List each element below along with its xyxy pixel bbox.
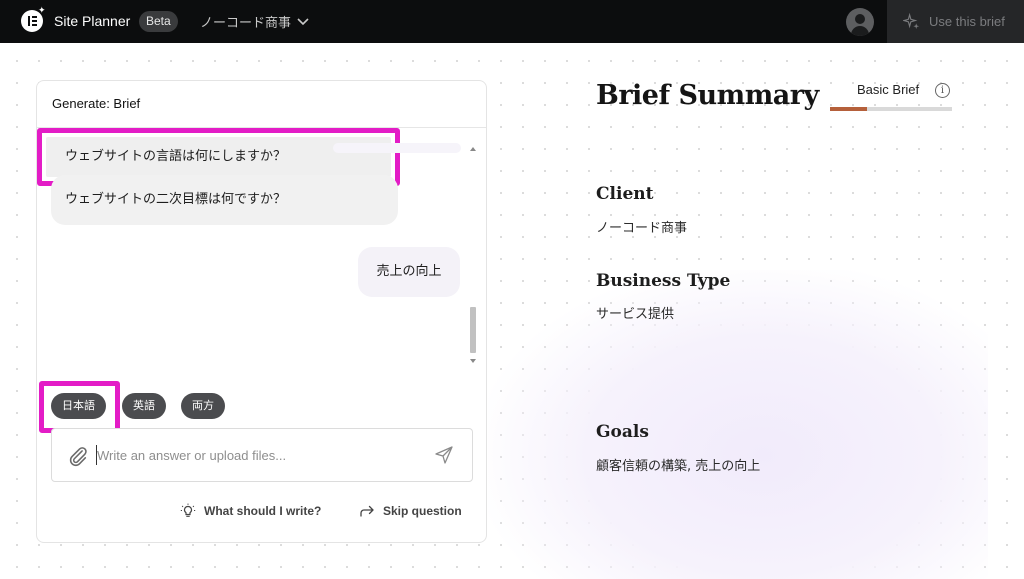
goals-value: 顧客信頼の構築, 売上の向上 [596,459,761,474]
app-title: Site Planner [54,13,131,29]
scroll-down-arrow-icon[interactable] [470,359,476,363]
lightbulb-icon [180,503,196,517]
brief-type-label: Basic Brief [857,82,920,97]
use-this-brief-button[interactable]: Use this brief [887,0,1024,43]
hint-label: What should I write? [204,504,322,518]
answer-input[interactable] [97,442,427,468]
bot-message: ウェブサイトの二次目標は何ですか？ [51,175,398,225]
brief-progress-bar [830,107,952,111]
business-type-value: サービス提供 [596,307,675,322]
scroll-up-arrow-icon[interactable] [470,147,476,151]
brief-chat-panel: Generate: Brief ウェブサイトの二次目標は何ですか？ 売上の向上 … [36,80,487,543]
client-label: Client [596,184,654,204]
user-message: 売上の向上 [358,247,460,297]
option-japanese[interactable]: 日本語 [51,393,106,419]
option-english[interactable]: 英語 [122,393,166,419]
chevron-down-icon [297,17,309,25]
panel-title: Generate: Brief [37,81,486,128]
paperclip-icon[interactable] [67,445,89,467]
top-bar: ✦ Site Planner Beta ノーコード商事 Use this bri… [0,0,1024,43]
user-avatar[interactable] [846,8,874,36]
skip-label: Skip question [383,504,462,518]
use-this-brief-label: Use this brief [929,14,1005,29]
beta-badge: Beta [139,11,178,32]
goals-label: Goals [596,422,649,442]
option-both[interactable]: 両方 [181,393,225,419]
progress-fill [830,107,867,111]
scrollbar-thumb[interactable] [470,307,476,353]
answer-options: 日本語 英語 両方 [37,381,488,433]
info-icon[interactable]: i [935,83,950,98]
ai-sparkle-icon [903,13,920,30]
chat-scrollbar[interactable] [468,145,478,367]
business-type-label: Business Type [596,271,731,291]
project-name: ノーコード商事 [200,16,292,31]
send-icon[interactable] [434,445,454,465]
skip-question-button[interactable]: Skip question [359,503,462,519]
answer-input-box [51,428,473,482]
what-should-i-write-button[interactable]: What should I write? [180,503,321,519]
project-selector[interactable]: ノーコード商事 [200,12,309,31]
summary-title: Brief Summary [596,80,819,111]
previous-message-fade [333,143,461,153]
skip-arrow-icon [360,505,374,517]
background-glow [488,270,988,579]
client-value: ノーコード商事 [596,221,688,236]
sparkle-icon: ✦ [38,6,46,16]
